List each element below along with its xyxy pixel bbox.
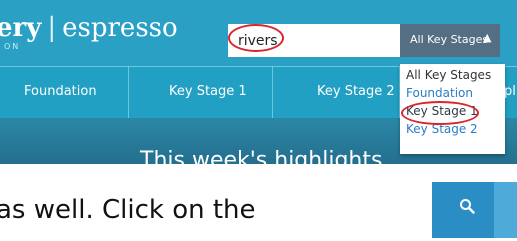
brand-separator: | bbox=[47, 13, 57, 43]
nav-item-label: pl bbox=[504, 84, 516, 99]
nav-item-label: Key Stage 1 bbox=[169, 84, 247, 99]
screenshot-panel: ery|espresso ON All Key Stages ▲ Foundat… bbox=[0, 0, 517, 164]
brand-left: ery bbox=[0, 13, 42, 43]
brand-subtitle: ON bbox=[4, 42, 21, 51]
banner-title: This week's highlights bbox=[140, 148, 383, 164]
instruction-caption: as well. Click on the bbox=[0, 195, 256, 225]
key-stage-select[interactable]: All Key Stages ▲ bbox=[400, 24, 500, 57]
nav-item-key-stage-2[interactable]: Key Stage 2 bbox=[273, 67, 400, 119]
search-icon bbox=[460, 199, 475, 214]
search-button-edge bbox=[494, 182, 517, 238]
annotation-circle-search bbox=[228, 24, 284, 52]
nav-item-key-stage-1[interactable]: Key Stage 1 bbox=[129, 67, 273, 119]
nav-item-label: Key Stage 2 bbox=[317, 84, 395, 99]
dropdown-item-all-key-stages[interactable]: All Key Stages bbox=[406, 68, 491, 82]
caption-strip bbox=[0, 164, 517, 184]
dropdown-item-foundation[interactable]: Foundation bbox=[406, 86, 473, 100]
nav-item-label: Foundation bbox=[24, 84, 97, 99]
chevron-up-icon: ▲ bbox=[483, 31, 492, 44]
key-stage-select-label: All Key Stages bbox=[410, 33, 489, 46]
annotation-circle-key-stage-1 bbox=[401, 101, 479, 125]
brand-logo[interactable]: ery | espresso bbox=[0, 14, 178, 42]
header-bar: ery|espresso ON All Key Stages ▲ bbox=[0, 0, 517, 66]
nav-item-foundation[interactable]: Foundation bbox=[0, 67, 129, 119]
brand-right: espresso bbox=[62, 13, 178, 43]
